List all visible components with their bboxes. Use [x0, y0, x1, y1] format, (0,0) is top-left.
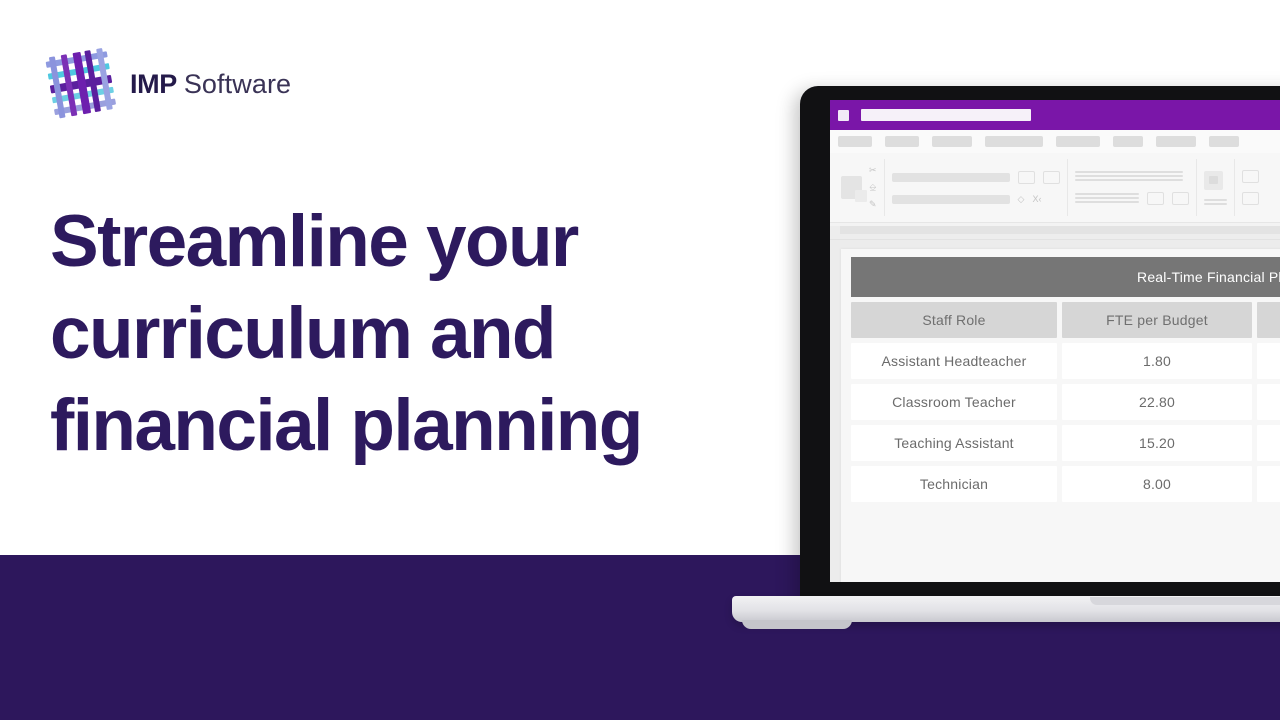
- copy-icon[interactable]: ⎒: [869, 183, 876, 192]
- style-lines-icon[interactable]: [1203, 198, 1227, 205]
- table-row: Technician 8.00: [851, 466, 1280, 502]
- table-header-cell: FTE per Budget: [1062, 302, 1252, 338]
- font-grow-icon[interactable]: [1017, 171, 1035, 184]
- ribbon-group-styles[interactable]: [1197, 159, 1235, 216]
- ribbon-tabstrip[interactable]: [830, 130, 1280, 153]
- brand-wordmark: IMP Software: [130, 69, 291, 100]
- format-painter-icon[interactable]: ✎: [869, 200, 877, 209]
- table-cell-extra: [1257, 343, 1280, 379]
- ribbon-tab-8[interactable]: [1209, 136, 1239, 147]
- brand-lockup: IMP Software: [45, 47, 291, 119]
- headline-line-2: curriculum and: [50, 293, 557, 374]
- table-cell-role: Classroom Teacher: [851, 384, 1057, 420]
- ribbon-group-font[interactable]: ◇ X‹: [885, 159, 1068, 216]
- ribbon-tab-7[interactable]: [1156, 136, 1196, 147]
- font-name-field[interactable]: [891, 173, 1010, 182]
- font-style-bar[interactable]: [891, 195, 1010, 204]
- table-header-row: Staff Role FTE per Budget: [851, 302, 1280, 338]
- table-header-cell: [1257, 302, 1280, 338]
- app-title-pill: [861, 109, 1031, 121]
- table-row: Assistant Headteacher 1.80: [851, 343, 1280, 379]
- document-canvas: Real-Time Financial Planning Staff RoleF…: [830, 240, 1280, 582]
- highlight-icon[interactable]: ◇: [1018, 195, 1025, 204]
- font-shrink-icon[interactable]: [1042, 171, 1060, 184]
- indent-decrease-icon[interactable]: [1146, 191, 1164, 205]
- ribbon-tab-1[interactable]: [838, 136, 872, 147]
- hero-slide: IMP Software Streamline your curriculum …: [0, 0, 1280, 720]
- table-cell-fte: 22.80: [1062, 384, 1252, 420]
- ribbon-tab-2[interactable]: [885, 136, 919, 147]
- ribbon-tab-4[interactable]: [985, 136, 1043, 147]
- headline-line-1: Streamline your: [50, 201, 579, 282]
- app-square-icon: [838, 109, 849, 121]
- paragraph-lines-icon[interactable]: [1074, 193, 1139, 203]
- ribbon-tab-3[interactable]: [932, 136, 972, 147]
- laptop-mockup: ✂ ⎒ ✎ ◇ X‹ Real-Time Financial P Staff R…: [732, 86, 1280, 631]
- table-title: Real-Time Financial Planning: [851, 257, 1280, 297]
- find-icon[interactable]: [1241, 170, 1259, 183]
- table-cell-extra: [1257, 384, 1280, 420]
- table-cell-role: Assistant Headteacher: [851, 343, 1057, 379]
- table-cell-role: Teaching Assistant: [851, 425, 1057, 461]
- table-cell-fte: 8.00: [1062, 466, 1252, 502]
- laptop-base-foot: [742, 620, 852, 629]
- table-cell-extra: [1257, 466, 1280, 502]
- indent-increase-icon[interactable]: [1171, 191, 1189, 205]
- align-lines-icon[interactable]: [1074, 170, 1189, 181]
- headline-line-3: financial planning: [50, 385, 643, 466]
- ribbon-tab-5[interactable]: [1056, 136, 1100, 147]
- hash-weave-logo-icon: [45, 47, 117, 119]
- page-title: Streamline your curriculum and financial…: [50, 196, 770, 472]
- ribbon-toolbar[interactable]: ✂ ⎒ ✎ ◇ X‹: [830, 153, 1280, 223]
- table-body: Assistant Headteacher 1.80 Classroom Teach…: [851, 343, 1280, 502]
- brand-name-light: Software: [183, 68, 292, 99]
- style-preview-icon[interactable]: [1203, 170, 1223, 190]
- laptop-screen: ✂ ⎒ ✎ ◇ X‹ Real-Time Financial P Staff R…: [830, 100, 1280, 582]
- cut-scissors-icon[interactable]: ✂: [869, 166, 877, 175]
- select-icon[interactable]: [1241, 192, 1259, 205]
- paste-icon[interactable]: [841, 176, 867, 202]
- table-header-cell: Staff Role: [851, 302, 1057, 338]
- table-row: Teaching Assistant 15.20: [851, 425, 1280, 461]
- ribbon-group-editing[interactable]: [1235, 159, 1266, 216]
- superscript-icon[interactable]: X‹: [1032, 195, 1041, 204]
- table-row: Classroom Teacher 22.80: [851, 384, 1280, 420]
- financial-planning-table: Real-Time Financial Planning Staff RoleF…: [851, 257, 1280, 502]
- table-cell-fte: 1.80: [1062, 343, 1252, 379]
- laptop-lid: ✂ ⎒ ✎ ◇ X‹ Real-Time Financial P Staff R…: [800, 86, 1280, 608]
- ribbon-group-paragraph[interactable]: [1068, 159, 1197, 216]
- table-cell-fte: 15.20: [1062, 425, 1252, 461]
- table-cell-role: Technician: [851, 466, 1057, 502]
- document-ruler: [830, 226, 1280, 240]
- ribbon-group-clipboard[interactable]: ✂ ⎒ ✎: [834, 159, 885, 216]
- laptop-base-notch: [1090, 597, 1280, 605]
- table-cell-extra: [1257, 425, 1280, 461]
- ribbon-tab-6[interactable]: [1113, 136, 1143, 147]
- brand-name-bold: IMP: [130, 68, 177, 99]
- app-titlebar: [830, 100, 1280, 130]
- document-page: Real-Time Financial Planning Staff RoleF…: [841, 249, 1280, 582]
